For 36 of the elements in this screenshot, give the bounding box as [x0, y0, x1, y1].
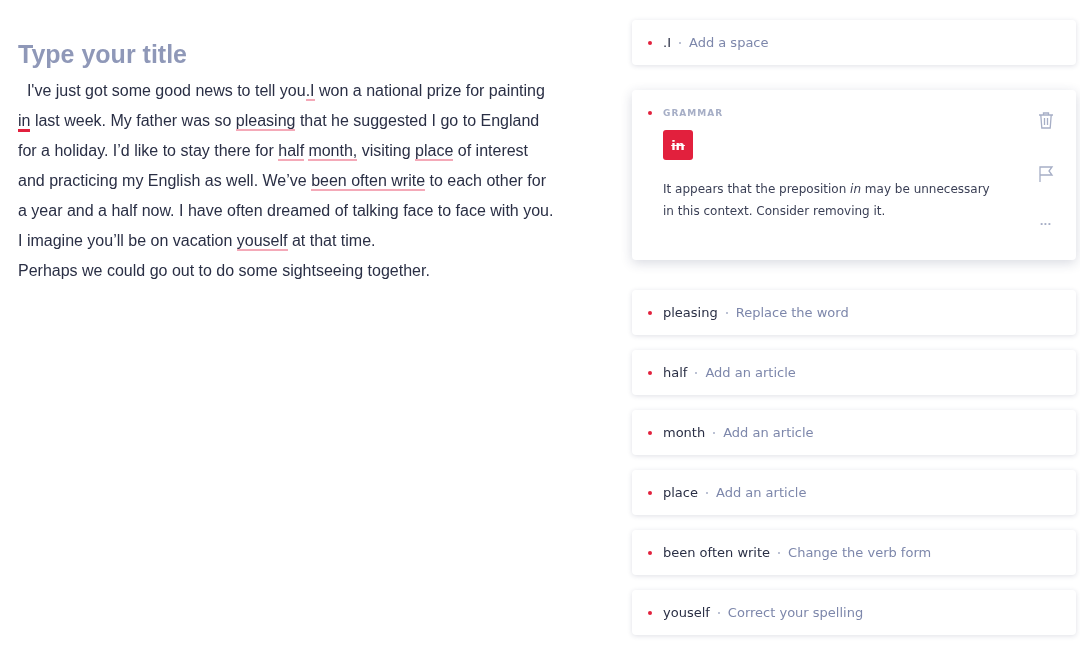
- dot-icon: [648, 490, 652, 495]
- flagged-word: place: [663, 485, 698, 500]
- dot-icon: [648, 550, 652, 555]
- suggestion-action: Change the verb form: [788, 545, 932, 560]
- suggestion-action: Replace the word: [735, 305, 849, 320]
- suggestion-card[interactable]: GRAMMAR in It appears that the preposition in may be unnecessary in this context. Consider removing it. •••: [632, 90, 1076, 260]
- body-text[interactable]: I've just got some good news to tell you.I won a national prize for painting in last week. My father was so pleasing that he suggested I go to England for a holiday. I’d like to stay there for half month, visiting place of interest and practicing my English as well. We’ve been often write to each other for a year and a half now. I have often dreamed of talking face to face with you. I imagine you’ll be on vacation youself at that time. Perhaps we could go out to do some sightseeing together.: [18, 76, 614, 286]
- dot-icon: [648, 610, 652, 615]
- flagged-word: youself: [663, 605, 710, 620]
- suggestion-card[interactable]: pleasing Replace the word: [632, 290, 1076, 335]
- suggestion-card[interactable]: been often write Change the verb form: [632, 530, 1076, 575]
- flagged-word: month: [663, 425, 706, 440]
- flagged-word: been often write: [663, 545, 771, 560]
- suggestion-card[interactable]: place Add an article: [632, 470, 1076, 515]
- suggestion-card[interactable]: .I Add a space: [632, 20, 1076, 65]
- suggestion-card[interactable]: half Add an article: [632, 350, 1076, 395]
- dot-icon: [648, 430, 652, 435]
- suggestion-description: It appears that the preposition in may be unnecessary in this context. Consider removing it.: [663, 181, 991, 220]
- suggestion-action: Add a space: [688, 35, 769, 50]
- suggestion-action: Add an article: [723, 425, 814, 440]
- dot-icon: [648, 111, 652, 115]
- flag-icon[interactable]: [1038, 165, 1054, 183]
- flagged-word: .I: [663, 35, 671, 50]
- suggestion-card[interactable]: youself Correct your spelling: [632, 590, 1076, 635]
- suggestion-action: Correct your spelling: [727, 605, 864, 620]
- suggestion-action: Add an article: [716, 485, 807, 500]
- remove-word-button[interactable]: in: [663, 130, 693, 160]
- flagged-word: pleasing: [663, 305, 718, 320]
- category-label: GRAMMAR: [663, 108, 724, 118]
- dot-icon: [648, 40, 652, 45]
- suggestion-action: Add an article: [705, 365, 796, 380]
- dot-icon: [648, 310, 652, 315]
- suggestion-card[interactable]: month Add an article: [632, 410, 1076, 455]
- trash-icon[interactable]: [1038, 111, 1054, 129]
- flagged-word: half: [663, 365, 688, 380]
- dot-icon: [648, 370, 652, 375]
